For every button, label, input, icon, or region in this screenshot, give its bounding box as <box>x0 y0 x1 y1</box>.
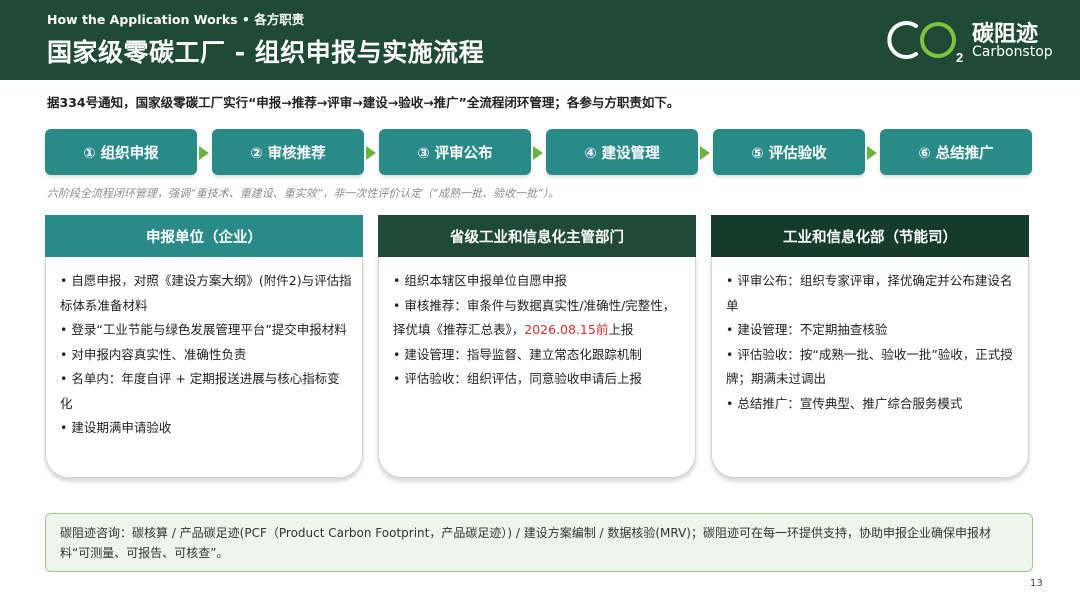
list-item: 名单内：年度自评 + 定期报送进展与核心指标变化 <box>60 367 352 416</box>
list-item: 评审公布：组织专家评审，择优确定并公布建设名单 <box>726 269 1018 318</box>
deadline-date: 2026.08.15前 <box>524 322 609 337</box>
arrow-right-icon <box>700 146 710 160</box>
step-review-recommend: ② 审核推荐 <box>212 129 364 175</box>
card-title: 省级工业和信息化主管部门 <box>378 215 696 257</box>
step-organize-application: ① 组织申报 <box>45 129 197 175</box>
card-miit-energy-saving: 工业和信息化部（节能司） 评审公布：组织专家评审，择优确定并公布建设名单 建设管… <box>711 215 1029 480</box>
header-kicker: How the Application Works • 各方职责 <box>47 12 305 27</box>
list-item: 组织本辖区申报单位自愿申报 <box>393 269 685 294</box>
header-band: How the Application Works • 各方职责 国家级零碳工厂… <box>0 0 1080 80</box>
deadline-suffix: 上报 <box>608 322 634 337</box>
arrow-right-icon <box>199 146 209 160</box>
step-construction-management: ④ 建设管理 <box>546 129 698 175</box>
list-item: 登录“工业节能与绿色发展管理平台”提交申报材料 <box>60 318 352 343</box>
consulting-text: 碳阻迹咨询：碳核算 / 产品碳足迹(PCF（Product Carbon Foo… <box>60 526 991 560</box>
list-item: 评估验收：组织评估，同意验收申请后上报 <box>393 367 685 392</box>
card-applicant-enterprise: 申报单位（企业） 自愿申报，对照《建设方案大纲》(附件2)与评估指标体系准备材料… <box>45 215 363 480</box>
logo-subscript: 2 <box>956 50 963 64</box>
arrow-right-icon <box>366 146 376 160</box>
step-evaluate-publish: ③ 评审公布 <box>379 129 531 175</box>
list-item: 自愿申报，对照《建设方案大纲》(附件2)与评估指标体系准备材料 <box>60 269 352 318</box>
list-item: 建设期满申请验收 <box>60 416 352 441</box>
list-item: 建设管理：指导监督、建立常态化跟踪机制 <box>393 343 685 368</box>
arrow-right-icon <box>533 146 543 160</box>
list-item: 审核推荐：审条件与数据真实性/准确性/完整性，择优填《推荐汇总表》，2026.0… <box>393 294 685 343</box>
card-body: 组织本辖区申报单位自愿申报 审核推荐：审条件与数据真实性/准确性/完整性，择优填… <box>378 257 696 478</box>
responsibility-list: 自愿申报，对照《建设方案大纲》(附件2)与评估指标体系准备材料 登录“工业节能与… <box>46 257 362 441</box>
co2-logo-icon: 2 <box>887 21 963 64</box>
card-body: 评审公布：组织专家评审，择优确定并公布建设名单 建设管理：不定期抽查核验 评估验… <box>711 257 1029 478</box>
process-note: 六阶段全流程闭环管理，强调“重技术、重建设、重实效”，非一次性评价认定（“成熟一… <box>47 187 560 200</box>
carbonstop-logo: 2 碳阻迹 Carbonstop <box>880 14 1060 66</box>
card-provincial-department: 省级工业和信息化主管部门 组织本辖区申报单位自愿申报 审核推荐：审条件与数据真实… <box>378 215 696 480</box>
logo-english-name: Carbonstop <box>972 44 1053 60</box>
responsibility-list: 评审公布：组织专家评审，择优确定并公布建设名单 建设管理：不定期抽查核验 评估验… <box>712 257 1028 416</box>
arrow-right-icon <box>867 146 877 160</box>
page-number: 13 <box>1030 578 1043 589</box>
consulting-callout: 碳阻迹咨询：碳核算 / 产品碳足迹(PCF（Product Carbon Foo… <box>45 513 1033 572</box>
list-item: 总结推广：宣传典型、推广综合服务模式 <box>726 392 1018 417</box>
list-item: 对申报内容真实性、准确性负责 <box>60 343 352 368</box>
card-title: 工业和信息化部（节能司） <box>711 215 1029 257</box>
responsibility-list: 组织本辖区申报单位自愿申报 审核推荐：审条件与数据真实性/准确性/完整性，择优填… <box>379 257 695 392</box>
step-summary-promotion: ⑥ 总结推广 <box>880 129 1032 175</box>
list-item: 建设管理：不定期抽查核验 <box>726 318 1018 343</box>
card-body: 自愿申报，对照《建设方案大纲》(附件2)与评估指标体系准备材料 登录“工业节能与… <box>45 257 363 478</box>
step-assessment-acceptance: ⑤ 评估验收 <box>713 129 865 175</box>
list-item: 评估验收：按“成熟一批、验收一批”验收，正式授牌；期满未过调出 <box>726 343 1018 392</box>
card-title: 申报单位（企业） <box>45 215 363 257</box>
page-title: 国家级零碳工厂 - 组织申报与实施流程 <box>47 38 485 67</box>
intro-text: 据334号通知，国家级零碳工厂实行“申报→推荐→评审→建设→验收→推广”全流程闭… <box>47 95 680 110</box>
